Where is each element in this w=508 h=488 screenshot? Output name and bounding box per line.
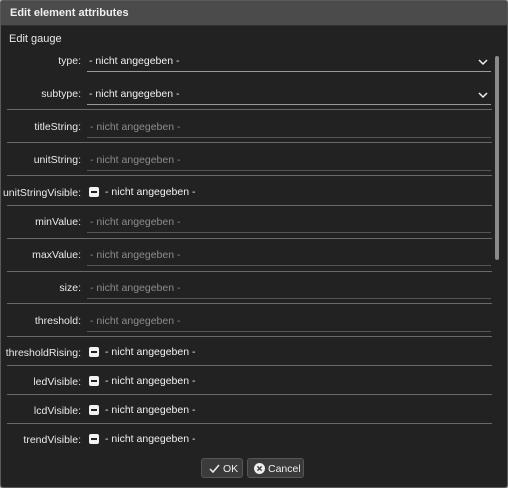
- thresholdRising-label: thresholdRising:: [5, 347, 81, 359]
- maxValue-placeholder: - nicht angegeben -: [90, 249, 181, 261]
- minValue-placeholder: - nicht angegeben -: [90, 216, 181, 228]
- indeterminate-checkbox-icon[interactable]: [89, 187, 99, 197]
- type-label: type:: [58, 55, 81, 67]
- unitString-input[interactable]: - nicht angegeben -: [87, 152, 491, 171]
- ledVisible-value: - nicht angegeben -: [105, 375, 196, 387]
- dialog-title: Edit element attributes: [1, 1, 507, 26]
- unitStringVisible-value: - nicht angegeben -: [105, 186, 196, 198]
- divider: [7, 336, 492, 337]
- divider: [7, 365, 492, 366]
- subtype-select-value: - nicht angegeben -: [89, 88, 180, 100]
- divider: [7, 271, 492, 272]
- titleString-input[interactable]: - nicht angegeben -: [87, 119, 491, 138]
- cancel-button-label: Cancel: [268, 463, 301, 475]
- type-select-value: - nicht angegeben -: [89, 55, 180, 67]
- check-icon: [209, 464, 220, 474]
- edit-attributes-dialog: Edit element attributes Edit gauge type:…: [0, 0, 508, 488]
- subtype-select[interactable]: - nicht angegeben -: [87, 86, 491, 105]
- unitString-placeholder: - nicht angegeben -: [90, 154, 181, 166]
- minValue-input[interactable]: - nicht angegeben -: [87, 214, 491, 233]
- threshold-placeholder: - nicht angegeben -: [90, 315, 181, 327]
- unitString-label: unitString:: [33, 154, 81, 166]
- unitStringVisible-label: unitStringVisible:: [2, 187, 81, 199]
- indeterminate-checkbox-icon[interactable]: [89, 434, 99, 444]
- dialog-subtitle: Edit gauge: [9, 33, 62, 45]
- trendVisible-label: trendVisible:: [23, 434, 81, 446]
- trendVisible-value: - nicht angegeben -: [105, 433, 196, 445]
- minValue-label: minValue:: [35, 216, 81, 228]
- threshold-input[interactable]: - nicht angegeben -: [87, 313, 491, 332]
- type-select[interactable]: - nicht angegeben -: [87, 53, 491, 72]
- maxValue-label: maxValue:: [32, 249, 81, 261]
- indeterminate-checkbox-icon[interactable]: [89, 347, 99, 357]
- size-input[interactable]: - nicht angegeben -: [87, 280, 491, 299]
- divider: [7, 205, 492, 206]
- divider: [7, 142, 492, 143]
- divider: [7, 303, 492, 304]
- divider: [7, 109, 492, 110]
- form-scrollbar[interactable]: [495, 56, 499, 260]
- thresholdRising-value: - nicht angegeben -: [105, 346, 196, 358]
- ledVisible-label: ledVisible:: [33, 376, 81, 388]
- indeterminate-checkbox-icon[interactable]: [89, 376, 99, 386]
- threshold-label: threshold:: [34, 315, 81, 327]
- divider: [7, 423, 492, 424]
- size-placeholder: - nicht angegeben -: [90, 282, 181, 294]
- chevron-down-icon: [478, 59, 488, 66]
- divider: [7, 175, 492, 176]
- ok-button[interactable]: OK: [201, 458, 243, 478]
- cancel-button[interactable]: Cancel: [247, 458, 304, 478]
- titleString-label: titleString:: [34, 121, 81, 133]
- chevron-down-icon: [478, 92, 488, 99]
- lcdVisible-value: - nicht angegeben -: [105, 404, 196, 416]
- maxValue-input[interactable]: - nicht angegeben -: [87, 247, 491, 266]
- subtype-label: subtype:: [41, 88, 81, 100]
- attributes-form[interactable]: type: - nicht angegeben - subtype: - nic…: [1, 45, 493, 453]
- ok-button-label: OK: [223, 463, 239, 475]
- size-label: size:: [59, 282, 81, 294]
- divider: [7, 238, 492, 239]
- lcdVisible-label: lcdVisible:: [33, 405, 81, 417]
- titleString-placeholder: - nicht angegeben -: [90, 121, 181, 133]
- divider: [7, 394, 492, 395]
- close-circle-icon: [254, 463, 265, 474]
- indeterminate-checkbox-icon[interactable]: [89, 405, 99, 415]
